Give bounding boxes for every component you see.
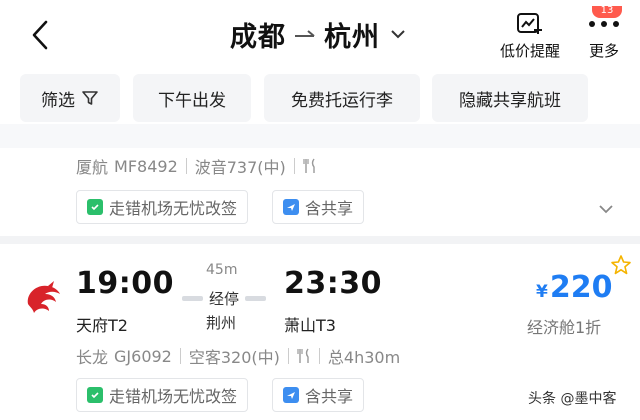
arrival-airport: 萧山T3	[284, 316, 336, 335]
stop-label: 经停	[203, 287, 246, 309]
cabin-class: 经济舱1折	[527, 318, 602, 337]
filter-chip-screen[interactable]: 筛选	[20, 74, 120, 122]
divider	[179, 348, 181, 364]
flight-number: MF8492	[114, 156, 178, 176]
tag-codeshare[interactable]: 含共享	[272, 378, 365, 412]
airline-name: 长龙	[76, 348, 109, 367]
tag-label: 走错机场无忧改签	[109, 199, 238, 218]
flight-meta: 厦航 MF8492 波音737(中)	[76, 154, 317, 178]
departure-airport: 天府T2	[76, 316, 128, 335]
price-amount: 220	[549, 270, 613, 305]
divider	[185, 158, 187, 174]
meal-icon	[303, 158, 315, 173]
chevron-down-icon[interactable]	[390, 28, 406, 40]
shield-check-icon	[87, 199, 103, 215]
chevron-down-icon[interactable]	[598, 204, 614, 214]
stop-duration: 45m	[206, 262, 238, 278]
price-alert-button[interactable]: 低价提醒	[500, 12, 560, 61]
star-outline-icon[interactable]	[610, 254, 632, 276]
price: ¥ 220	[536, 270, 612, 305]
flight-meta: 长龙 GJ6092 空客320(中) 总4h30m	[76, 344, 400, 368]
meal-icon	[297, 348, 309, 363]
back-arrow-icon[interactable]	[28, 18, 52, 52]
tag-wrong-airport-rebook[interactable]: 走错机场无忧改签	[76, 378, 249, 412]
divider	[287, 348, 289, 364]
stop-city: 荆州	[206, 314, 237, 332]
price-alert-chart-icon	[517, 13, 542, 34]
more-label: 更多	[588, 42, 619, 60]
tag-codeshare[interactable]: 含共享	[272, 190, 365, 224]
aircraft-type: 空客320(中)	[188, 348, 280, 367]
flight-card[interactable]: 厦航 MF8492 波音737(中) 走错机场无忧改签 含共享	[0, 148, 640, 244]
watermark: 头条 @墨中客	[528, 391, 617, 407]
airline-logo	[27, 281, 60, 313]
stop-indicator: 经停	[182, 287, 267, 309]
filter-funnel-icon	[82, 91, 98, 105]
departure-time: 19:00	[76, 266, 174, 301]
origin-city: 成都	[230, 21, 286, 53]
airline-name: 厦航	[76, 158, 109, 177]
plane-share-icon	[283, 199, 299, 215]
total-duration: 总4h30m	[327, 348, 401, 367]
notification-badge: 13	[592, 6, 622, 18]
flight-number: GJ6092	[114, 346, 172, 366]
price-currency: ¥	[536, 282, 548, 302]
filter-chip-label: 免费托运行李	[291, 90, 393, 111]
destination-city: 杭州	[324, 21, 380, 53]
filter-chip-afternoon[interactable]: 下午出发	[133, 74, 251, 122]
top-navigation-bar: 成都 杭州 低价提醒 13 更多	[0, 0, 640, 72]
tag-label: 走错机场无忧改签	[109, 387, 238, 406]
divider	[318, 348, 320, 364]
filter-chip-hide-codeshare[interactable]: 隐藏共享航班	[432, 74, 588, 122]
shield-check-icon	[87, 387, 103, 403]
filter-chip-label: 筛选	[41, 90, 75, 111]
filter-chip-label: 隐藏共享航班	[459, 90, 561, 111]
more-button[interactable]: 13 更多	[586, 6, 622, 61]
route-selector[interactable]: 成都 杭州	[230, 14, 406, 54]
price-alert-label: 低价提醒	[500, 42, 561, 60]
plane-share-icon	[283, 387, 299, 403]
filter-chip-label: 下午出发	[158, 90, 226, 111]
route-line	[245, 295, 267, 301]
tag-wrong-airport-rebook[interactable]: 走错机场无忧改签	[76, 190, 249, 224]
filter-chip-free-baggage[interactable]: 免费托运行李	[264, 74, 420, 122]
tag-label: 含共享	[305, 387, 354, 406]
tag-label: 含共享	[305, 199, 354, 218]
route-line	[182, 295, 203, 301]
aircraft-type: 波音737(中)	[194, 158, 286, 177]
filter-chip-bar: 筛选 下午出发 免费托运行李 隐藏共享航班	[0, 74, 640, 124]
route-arrow-icon	[295, 30, 315, 37]
arrival-time: 23:30	[284, 266, 382, 301]
section-divider	[0, 124, 640, 148]
divider	[293, 158, 295, 174]
